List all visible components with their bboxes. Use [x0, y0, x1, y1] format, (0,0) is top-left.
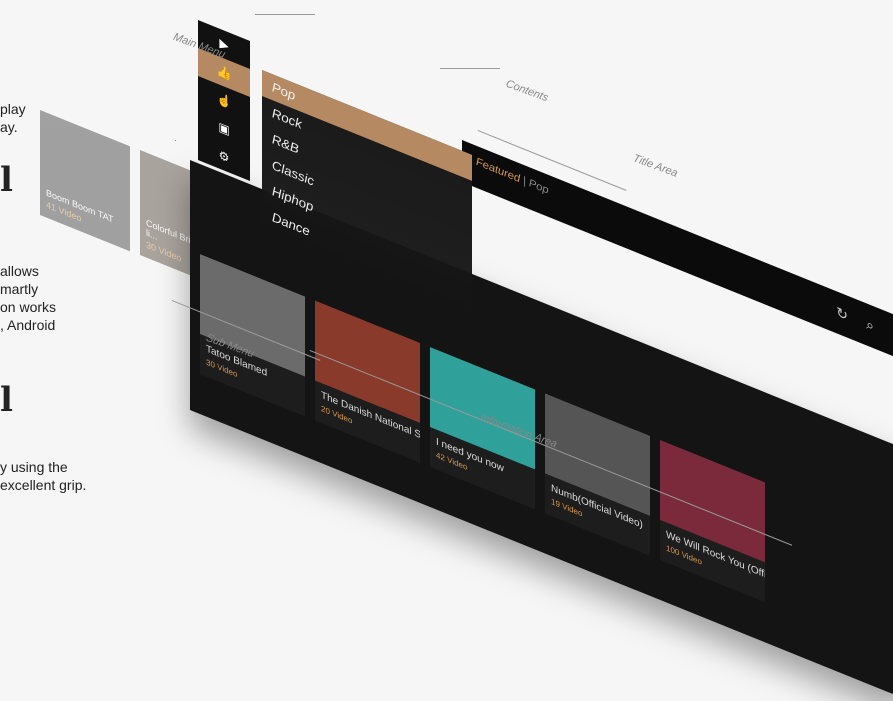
title-subsection[interactable]: Pop — [529, 177, 549, 197]
content-card[interactable]: Numb(Official Video) 19 Video — [545, 393, 650, 556]
content-card[interactable]: We Will Rock You (Official Video) 100 Vi… — [660, 439, 765, 603]
title-divider: | — [523, 174, 526, 188]
side-para2-line2: excellent grip. — [0, 477, 87, 493]
title-breadcrumb: Featured | Pop — [476, 156, 548, 197]
background-card: Boom Boom TAT 41 Video — [40, 110, 130, 252]
callout-title-area: Title Area — [631, 152, 680, 180]
side-para1-line1: allows — [0, 263, 39, 279]
content-card[interactable]: The Danish National Symphony Orchestra 2… — [315, 300, 420, 463]
title-section[interactable]: Featured — [476, 156, 520, 186]
side-para2-line1: y using the — [0, 459, 68, 475]
side-para1-line3: on works — [0, 299, 57, 315]
search-icon[interactable]: ⌕ — [866, 315, 874, 335]
side-heading-1: l — [0, 160, 13, 200]
contents-leader — [440, 68, 500, 69]
main-menu-leader-tail — [175, 140, 176, 141]
side-para1-line4: , Android — [0, 317, 56, 333]
refresh-icon[interactable]: ↻ — [836, 303, 848, 325]
side-text-line2: ay. — [0, 119, 18, 135]
main-menu-leader — [255, 14, 315, 15]
side-heading-2: l — [0, 380, 13, 420]
callout-contents: Contents — [504, 77, 550, 105]
side-text-line1: play — [0, 101, 26, 117]
side-para1-line2: martly — [0, 281, 39, 297]
